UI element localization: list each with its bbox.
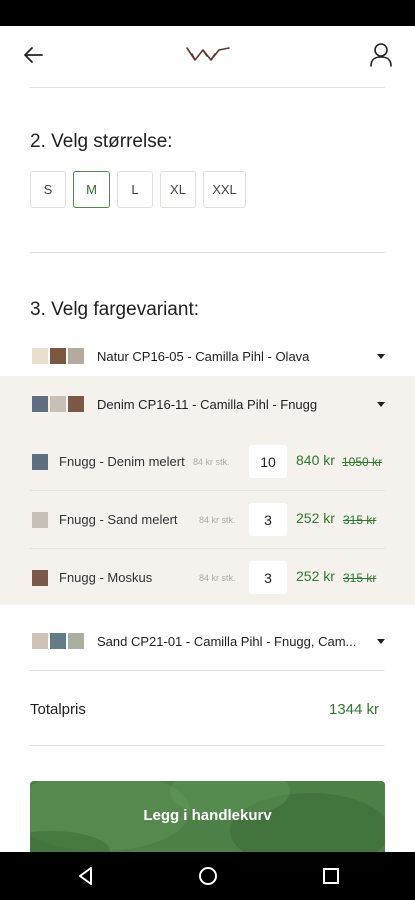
- color-swatch: [32, 454, 48, 470]
- color-swatch: [32, 570, 48, 586]
- total-value: 1344 kr: [329, 701, 380, 718]
- arrow-left-icon[interactable]: [20, 42, 48, 68]
- variant-denim[interactable]: Denim CP16-11 - Camilla Pihl - Fnugg: [0, 381, 415, 429]
- variant-swatches: [32, 396, 84, 412]
- variant-natur[interactable]: Natur CP16-05 - Camilla Pihl - Olava: [0, 333, 415, 381]
- color-swatch: [32, 512, 48, 528]
- variant-name: Natur CP16-05 - Camilla Pihl - Olava: [97, 349, 310, 364]
- old-price: 1050 kr: [342, 455, 383, 469]
- old-price: 315 kr: [343, 571, 377, 585]
- divider: [30, 745, 385, 746]
- add-to-cart-button[interactable]: Legg i handlekurv: [30, 781, 385, 853]
- variant-swatches: [32, 633, 84, 649]
- chevron-down-icon: [377, 402, 385, 407]
- yarn-row-moskus: Fnugg - Moskus 84 kr stk. 3 252 kr 315 k…: [0, 549, 415, 607]
- yarn-name: Fnugg - Moskus: [59, 570, 153, 585]
- variant-swatches: [32, 348, 84, 364]
- old-price: 315 kr: [343, 513, 377, 527]
- total-label: Totalpris: [30, 701, 86, 718]
- yarn-name: Fnugg - Denim melert: [59, 454, 185, 469]
- color-swatch: [68, 396, 84, 412]
- divider: [30, 670, 385, 671]
- status-bar: [0, 0, 415, 26]
- yarn-row-sand-melert: Fnugg - Sand melert 84 kr stk. 3 252 kr …: [0, 491, 415, 549]
- variant-name: Sand CP21-01 - Camilla Pihl - Fnugg, Cam…: [97, 634, 357, 649]
- color-swatch: [32, 396, 48, 412]
- unit-price: 84 kr stk.: [193, 457, 230, 467]
- size-option-xl[interactable]: XL: [160, 171, 196, 208]
- yarn-row-denim-melert: Fnugg - Denim melert 84 kr stk. 10 840 k…: [0, 433, 415, 491]
- brand-logo-icon[interactable]: [183, 44, 233, 66]
- color-swatch: [32, 633, 48, 649]
- color-section-title: 3. Velg fargevariant:: [30, 299, 199, 320]
- user-icon[interactable]: [368, 40, 394, 70]
- variant-sand[interactable]: Sand CP21-01 - Camilla Pihl - Fnugg, Cam…: [0, 618, 415, 666]
- system-nav-bar: [0, 852, 415, 900]
- add-to-cart-label: Legg i handlekurv: [143, 807, 272, 824]
- size-selector: S M L XL XXL: [30, 171, 246, 208]
- unit-price: 84 kr stk.: [199, 515, 236, 525]
- price: 252 kr: [296, 568, 335, 584]
- price: 252 kr: [296, 510, 335, 526]
- quantity-input[interactable]: 3: [249, 503, 287, 536]
- back-triangle-icon[interactable]: [74, 864, 98, 888]
- size-option-l[interactable]: L: [117, 171, 153, 208]
- quantity-input[interactable]: 3: [249, 561, 287, 594]
- variant-name: Denim CP16-11 - Camilla Pihl - Fnugg: [97, 397, 318, 412]
- recents-square-icon[interactable]: [319, 864, 343, 888]
- size-option-s[interactable]: S: [30, 171, 66, 208]
- unit-price: 84 kr stk.: [199, 573, 236, 583]
- yarn-name: Fnugg - Sand melert: [59, 512, 178, 527]
- app-bar: [0, 26, 415, 84]
- divider: [30, 87, 385, 88]
- chevron-down-icon: [377, 354, 385, 359]
- color-swatch: [32, 348, 48, 364]
- chevron-down-icon: [377, 639, 385, 644]
- color-swatch: [50, 396, 66, 412]
- size-section-title: 2. Velg størrelse:: [30, 131, 173, 152]
- divider: [30, 252, 385, 253]
- size-option-m[interactable]: M: [73, 171, 110, 208]
- color-swatch: [68, 633, 84, 649]
- color-swatch: [68, 348, 84, 364]
- color-swatch: [50, 348, 66, 364]
- quantity-input[interactable]: 10: [249, 445, 287, 478]
- color-swatch: [50, 633, 66, 649]
- home-circle-icon[interactable]: [196, 864, 220, 888]
- price: 840 kr: [296, 452, 335, 468]
- size-option-xxl[interactable]: XXL: [203, 171, 246, 208]
